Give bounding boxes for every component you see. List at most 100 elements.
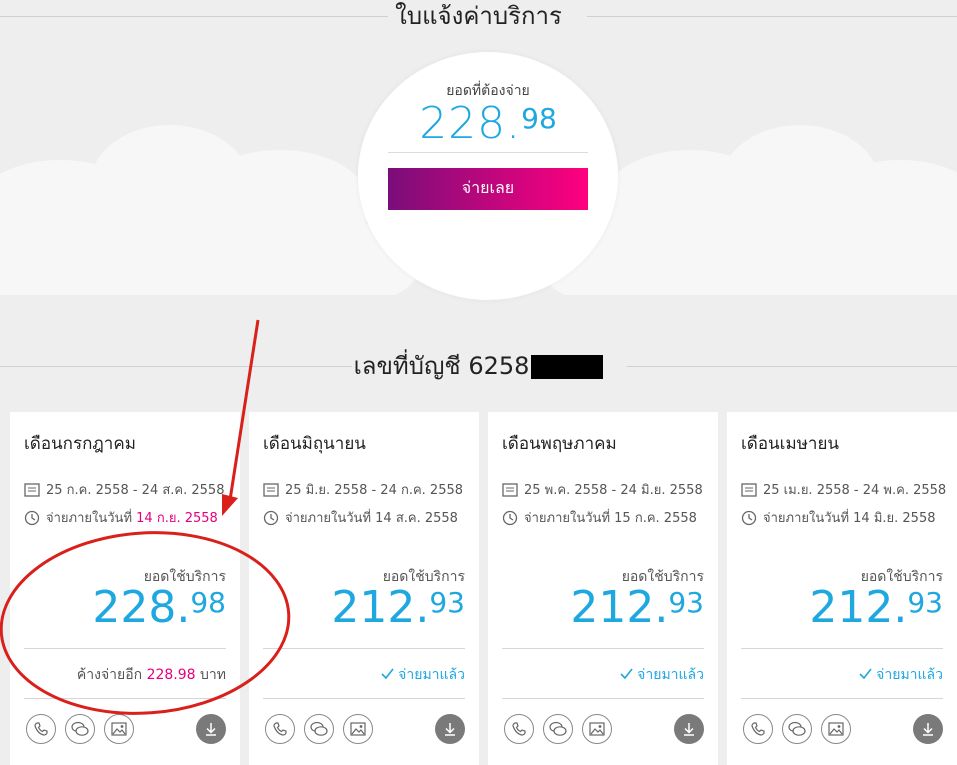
paid-status: จ่ายมาแล้ว [381,664,465,686]
due-date: 14 มิ.ย. 2558 [853,511,936,526]
pay-now-button[interactable]: จ่ายเลย [388,168,588,210]
divider [587,16,957,17]
bill-title: ใบแจ้งค่าบริการ [0,0,957,32]
clock-icon [24,510,40,525]
usage-amount: 212.93 [331,582,465,633]
paid-status-text: จ่ายมาแล้ว [637,667,704,683]
usage-amount: 212.93 [570,582,704,633]
check-icon [620,668,633,680]
billing-period-text: 25 พ.ค. 2558 - 24 มิ.ย. 2558 [524,483,703,498]
download-icon[interactable] [196,714,226,744]
outstanding-prefix: ค้างจ่ายอีก [76,667,143,683]
billing-period: 25 เม.ย. 2558 - 24 พ.ค. 2558 [741,479,946,500]
due-date: 15 ก.ค. 2558 [614,511,697,526]
chat-icon[interactable] [65,714,95,744]
card-actions [26,714,134,744]
paid-status-text: จ่ายมาแล้ว [398,667,465,683]
due-date-row: จ่ายภายในวันที่ 14 ส.ค. 2558 [263,507,458,528]
bill-title-text: ใบแจ้งค่าบริการ [395,2,562,30]
card-month: เดือนกรกฎาคม [24,434,136,454]
billing-period: 25 มิ.ย. 2558 - 24 ก.ค. 2558 [263,479,463,500]
amount-due-dec: 98 [521,102,557,135]
usage-amount-dec: 93 [429,586,465,619]
due-prefix: จ่ายภายในวันที่ [285,511,372,526]
due-date-row: จ่ายภายในวันที่ 14 ก.ย. 2558 [24,507,218,528]
card-actions [504,714,612,744]
phone-icon[interactable] [265,714,295,744]
chat-icon[interactable] [782,714,812,744]
divider [24,648,226,649]
divider [741,648,943,649]
divider [0,366,352,367]
phone-icon[interactable] [504,714,534,744]
bill-card-july[interactable]: เดือนกรกฎาคม 25 ก.ค. 2558 - 24 ส.ค. 2558… [10,412,240,765]
due-prefix: จ่ายภายในวันที่ [46,511,133,526]
usage-amount-dec: 93 [668,586,704,619]
document-icon [741,482,757,497]
due-prefix: จ่ายภายในวันที่ [763,511,850,526]
document-icon [24,482,40,497]
image-icon[interactable] [582,714,612,744]
divider [741,698,943,699]
usage-amount-dec: 98 [190,586,226,619]
amount-due: 228.98 [358,98,618,149]
billing-period-text: 25 มิ.ย. 2558 - 24 ก.ค. 2558 [285,483,464,498]
card-month: เดือนพฤษภาคม [502,434,617,454]
amount-due-int: 228. [419,98,522,149]
divider [263,698,465,699]
chat-icon[interactable] [304,714,334,744]
billing-period-text: 25 เม.ย. 2558 - 24 พ.ค. 2558 [763,483,947,498]
redacted-block [531,355,604,379]
divider [502,698,704,699]
chat-icon[interactable] [543,714,573,744]
image-icon[interactable] [104,714,134,744]
download-icon[interactable] [913,714,943,744]
download-icon[interactable] [435,714,465,744]
phone-icon[interactable] [743,714,773,744]
clock-icon [502,510,518,525]
usage-amount: 212.93 [809,582,943,633]
bill-card-june[interactable]: เดือนมิถุนายน 25 มิ.ย. 2558 - 24 ก.ค. 25… [249,412,479,765]
billing-period-text: 25 ก.ค. 2558 - 24 ส.ค. 2558 [46,483,225,498]
usage-amount-int: 212. [809,582,908,633]
outstanding-suffix: บาท [200,667,226,683]
account-number-text: เลขที่บัญชี 6258 [353,352,530,380]
due-date-row: จ่ายภายในวันที่ 15 ก.ค. 2558 [502,507,697,528]
usage-amount: 228.98 [92,582,226,633]
due-prefix: จ่ายภายในวันที่ [524,511,611,526]
due-date: 14 ส.ค. 2558 [375,511,458,526]
account-title: เลขที่บัญชี 6258 [0,350,957,382]
billing-period: 25 พ.ค. 2558 - 24 มิ.ย. 2558 [502,479,703,500]
billing-period: 25 ก.ค. 2558 - 24 ส.ค. 2558 [24,479,224,500]
document-icon [502,482,518,497]
usage-amount-int: 212. [570,582,669,633]
divider [0,16,388,17]
usage-amount-int: 228. [92,582,191,633]
outstanding-status: ค้างจ่ายอีก 228.98 บาท [77,664,226,686]
card-actions [743,714,851,744]
paid-status-text: จ่ายมาแล้ว [876,667,943,683]
usage-amount-dec: 93 [907,586,943,619]
due-date-row: จ่ายภายในวันที่ 14 มิ.ย. 2558 [741,507,936,528]
divider [388,152,588,153]
balance-summary: ยอดที่ต้องจ่าย 228.98 จ่ายเลย [358,52,618,300]
card-month: เดือนมิถุนายน [263,434,366,454]
image-icon[interactable] [343,714,373,744]
clock-icon [263,510,279,525]
account-number: เลขที่บัญชี 6258 [336,350,622,382]
check-icon [381,668,394,680]
divider [24,698,226,699]
divider [502,648,704,649]
bill-card-may[interactable]: เดือนพฤษภาคม 25 พ.ค. 2558 - 24 มิ.ย. 255… [488,412,718,765]
usage-amount-int: 212. [331,582,430,633]
phone-icon[interactable] [26,714,56,744]
image-icon[interactable] [821,714,851,744]
clock-icon [741,510,757,525]
document-icon [263,482,279,497]
paid-status: จ่ายมาแล้ว [620,664,704,686]
download-icon[interactable] [674,714,704,744]
check-icon [859,668,872,680]
outstanding-amount: 228.98 [146,667,196,683]
bill-card-april[interactable]: เดือนเมษายน 25 เม.ย. 2558 - 24 พ.ค. 2558… [727,412,957,765]
divider [263,648,465,649]
